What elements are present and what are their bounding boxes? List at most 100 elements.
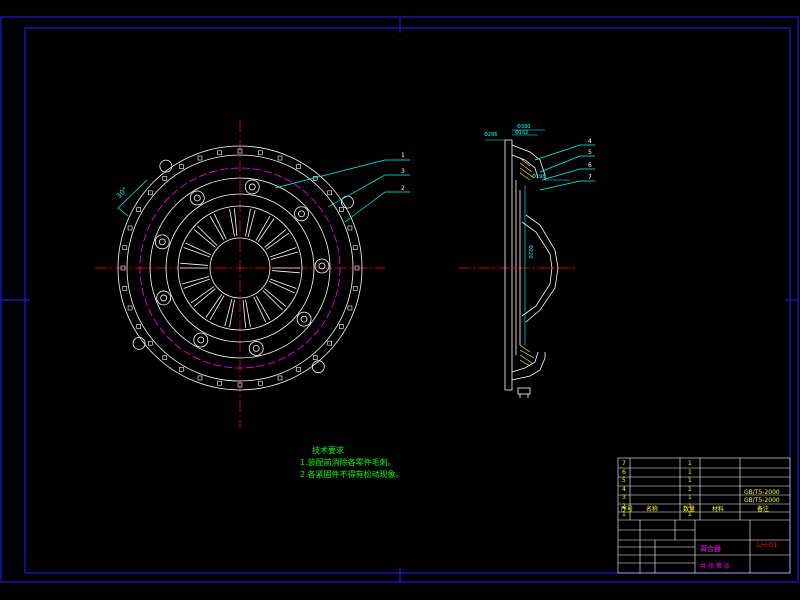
lever-lug [156, 290, 172, 306]
part-no: 7 [622, 460, 626, 467]
rivet-hole [339, 324, 344, 329]
rivet-hole [258, 380, 263, 386]
part-no: 5 [622, 477, 626, 484]
rivet-hole [127, 305, 133, 311]
header-name: 名称 [646, 506, 659, 513]
balloon-5: 5 [588, 149, 592, 156]
rivet-hole [148, 340, 153, 346]
lever-pin [300, 315, 308, 323]
title-drawing-name: 离合器 [700, 545, 721, 553]
lever-pin [252, 344, 260, 352]
lever-lug [189, 190, 205, 206]
rivet-hole [347, 225, 353, 231]
finger-slot [270, 251, 298, 260]
finger-slot [264, 288, 287, 307]
header-remark: 备注 [757, 506, 770, 513]
balloon-4: 4 [588, 138, 592, 145]
mounting-ear [132, 337, 146, 350]
rivet-hole [122, 245, 128, 250]
finger-slot [196, 225, 218, 246]
dim-phi220: Φ220 [527, 245, 533, 258]
finger-slot [271, 270, 300, 274]
rivet-hole [179, 164, 184, 169]
header-no: 序号 [621, 506, 634, 513]
lever-lug [248, 340, 264, 356]
finger-slot [193, 288, 216, 307]
mounting-ear [159, 159, 173, 173]
rivet-hole [217, 150, 222, 156]
rivet-hole [352, 245, 358, 250]
title-block-grid [617, 457, 791, 574]
part-qty: 1 [688, 460, 692, 467]
rivet-hole [122, 286, 128, 291]
finger-slot [245, 208, 251, 237]
rivet-hole [327, 340, 332, 346]
cad-drawing: 30° 1 3 2 Φ380 Φ286 Φ162 Φ198 Φ220 4 5 6… [0, 16, 799, 583]
rivet-hole [179, 367, 184, 372]
rivet-hole [296, 164, 301, 169]
front-view: 30° 1 3 2 [95, 120, 410, 428]
part-qty: 1 [688, 485, 692, 493]
rivet-hole [136, 207, 141, 212]
lever-pin [298, 210, 305, 218]
lever-pin [193, 194, 201, 202]
tech-note-2: 2.各紧固件不得有松动现象。 [300, 470, 404, 479]
rivet-hole [258, 150, 263, 156]
part-qty: 1 [688, 494, 692, 501]
rivet-hole [162, 176, 168, 181]
finger-slot [245, 299, 251, 328]
rivet-hole [136, 324, 141, 329]
header-qty: 数量 [683, 506, 696, 513]
balloon-2: 2 [401, 185, 405, 192]
finger-slot [229, 208, 235, 237]
rivet-hole [347, 305, 353, 311]
lever-pin [160, 294, 168, 302]
title-sheet: 共 张 第 张 [700, 563, 730, 570]
lever-pin [248, 183, 256, 191]
finger-slot [193, 229, 216, 248]
finger-slot [269, 247, 297, 258]
rivet-hole [127, 225, 133, 231]
part-no: 4 [622, 485, 626, 493]
section-leaders [534, 144, 595, 191]
front-centerlines [95, 120, 385, 428]
lever-pin [158, 238, 166, 246]
finger-slot [265, 232, 290, 250]
rivet-hole [327, 190, 332, 196]
rivet-hole [339, 207, 344, 212]
balloon-1: 1 [401, 152, 405, 159]
dim-phi162: Φ162 [515, 130, 528, 136]
mounting-ear [311, 360, 325, 374]
finger-slot [182, 276, 210, 285]
balloon-6: 6 [588, 162, 592, 169]
rivet-hole [217, 380, 222, 386]
dim-phi198: Φ198 [532, 174, 545, 180]
finger-slot [224, 298, 233, 327]
finger-slot [190, 286, 215, 304]
finger-slot [264, 229, 287, 248]
finger-slot [247, 209, 256, 238]
std-code-2: GB/T5-2000 [744, 497, 780, 504]
tech-notes-title: 技术要求 [312, 446, 344, 455]
balloon-3: 3 [401, 168, 405, 175]
rivet-hole [352, 286, 358, 291]
sheet-frame [0, 16, 799, 583]
finger-slot [180, 262, 209, 266]
finger-slot [242, 299, 247, 328]
rivet-hole [296, 367, 301, 372]
rivet-hole [277, 155, 283, 161]
part-qty: 1 [688, 468, 692, 476]
technical-notes: 技术要求 1.装配前消除各零件毛刺。 2.各紧固件不得有松动现象。 [300, 445, 404, 481]
lever-pin [197, 336, 205, 344]
finger-slot [233, 208, 238, 237]
lever-lug [294, 206, 309, 222]
finger-slot [229, 299, 235, 328]
rivet-hole [197, 155, 203, 161]
header-material: 材料 [712, 506, 725, 513]
rivet-hole [197, 375, 203, 381]
angle-dim-text: 30° [115, 186, 129, 200]
mounting-ear [341, 195, 354, 209]
part-qty: 1 [688, 477, 692, 484]
rivet-hole [148, 190, 153, 196]
finger-slot [183, 278, 211, 289]
